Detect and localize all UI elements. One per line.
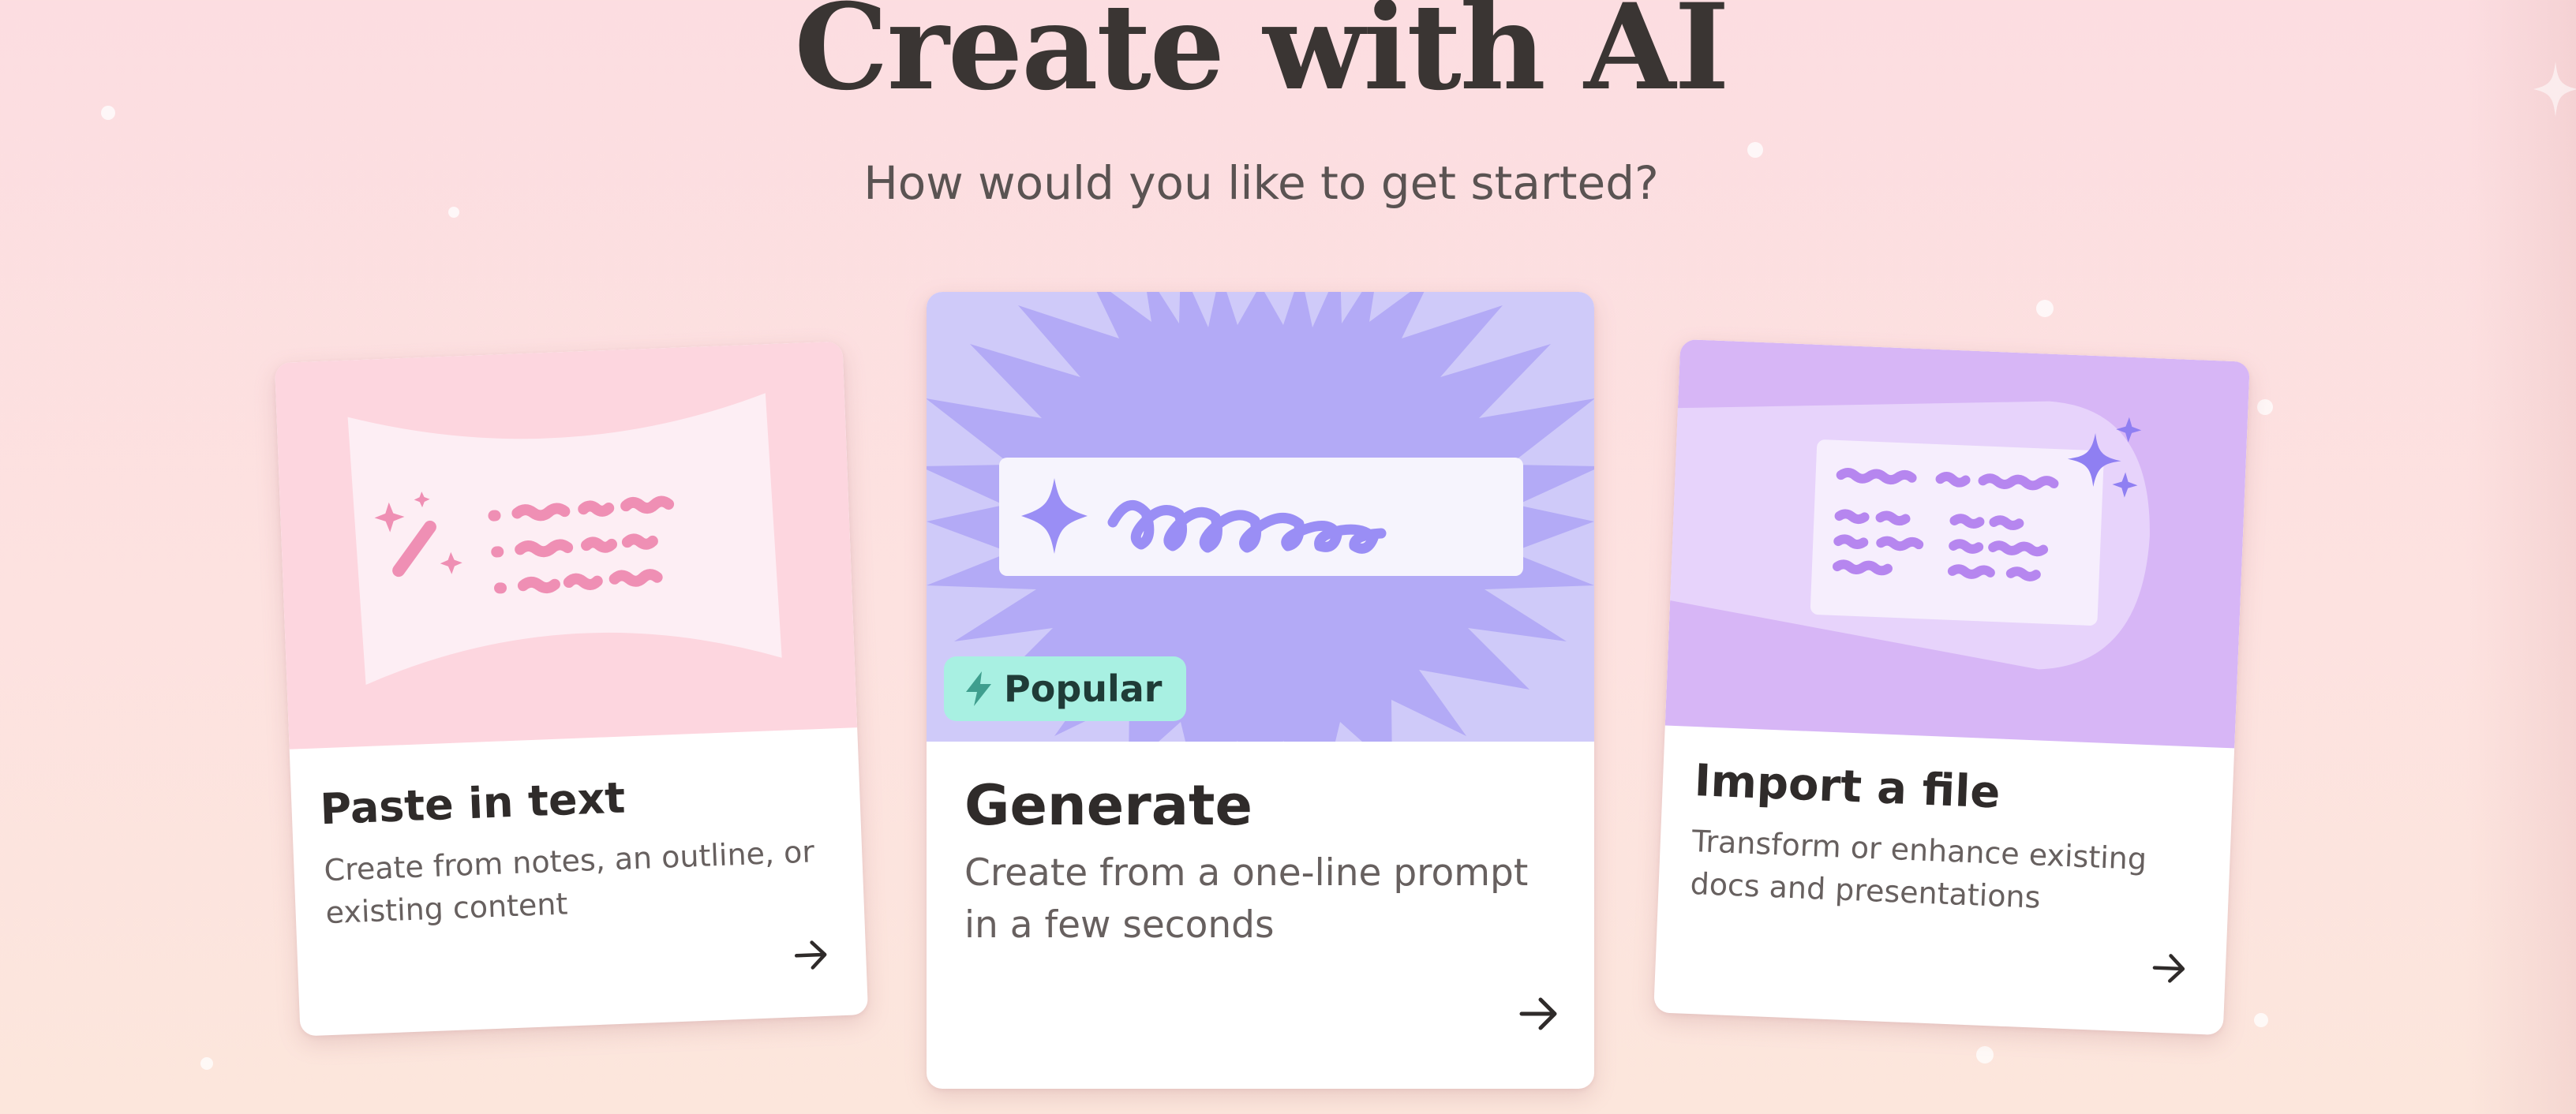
page-title: Create with AI [794, 0, 1729, 117]
background-sparkle [2254, 1013, 2268, 1027]
card-description: Transform or enhance existing docs and p… [1689, 823, 2147, 915]
background-sparkle [200, 1057, 213, 1070]
generate-card[interactable]: Popular Generate Create from a one-line … [927, 292, 1594, 1089]
background-sparkle [2036, 300, 2054, 317]
arrow-right-icon[interactable] [1518, 996, 1559, 1032]
paste-in-text-illustration [274, 341, 858, 750]
popular-badge: Popular [944, 656, 1186, 721]
card-title: Import a file [1693, 755, 2001, 819]
card-description: Create from a one-line prompt in a few s… [964, 851, 1529, 947]
generate-illustration: Popular [927, 292, 1594, 742]
background-sparkle [1976, 1046, 1994, 1064]
page-subtitle: How would you like to get started? [863, 156, 1659, 210]
background-star-icon [2533, 62, 2576, 117]
badge-label: Popular [1004, 667, 1163, 710]
background-sparkle [2257, 399, 2273, 415]
card-title: Paste in text [319, 772, 627, 835]
import-a-file-card[interactable]: Import a file Transform or enhance exist… [1653, 338, 2250, 1036]
arrow-right-icon[interactable] [2151, 951, 2188, 985]
paste-in-text-card[interactable]: Paste in text Create from notes, an outl… [274, 341, 869, 1037]
card-description: Create from notes, an outline, or existi… [323, 834, 815, 931]
lightning-bolt-icon [966, 671, 991, 706]
background-sparkle [1747, 142, 1763, 158]
card-title: Generate [964, 773, 1252, 838]
import-a-file-illustration [1664, 338, 2250, 749]
arrow-right-icon[interactable] [792, 939, 830, 972]
